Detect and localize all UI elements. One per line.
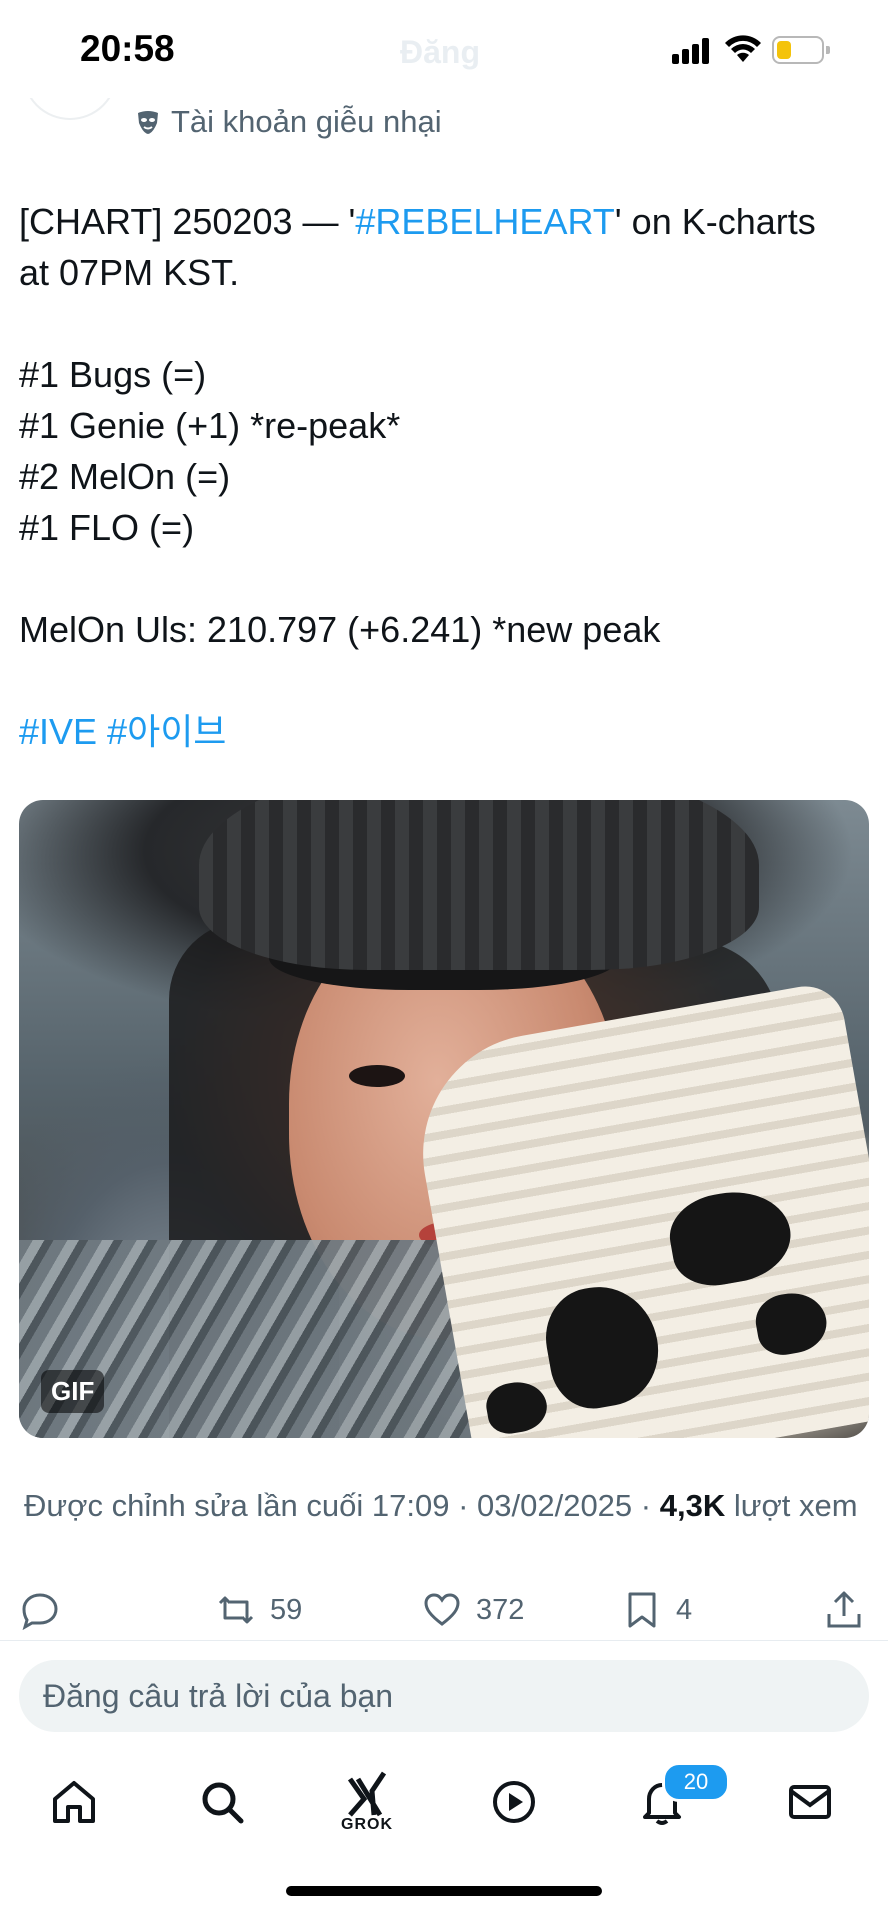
divider [0,1640,888,1641]
edited-label[interactable]: Được chỉnh sửa lần cuối [24,1488,363,1523]
bottom-tab-bar [0,1744,888,1854]
bookmark-count: 4 [676,1593,693,1626]
search-icon [202,1782,244,1824]
cellular-signal-icon [672,38,712,64]
bookmark-icon [628,1592,656,1628]
hashtags-link[interactable]: #IVE #아이브 [19,706,869,757]
tweet-media-gif[interactable]: GIF [19,800,869,1438]
status-time: 20:58 [80,28,175,69]
views-count: 4,3K [659,1488,726,1523]
hashtag-link[interactable]: #REBELHEART [355,201,614,242]
mail-icon [789,1785,831,1819]
retweet-button[interactable]: 59 [216,1590,302,1630]
tweet-text: [CHART] 250203 — '#REBELHEART' on K-char… [19,196,869,757]
share-icon [827,1591,861,1628]
grok-icon [347,1771,387,1817]
battery-icon [772,36,830,64]
mask-icon [138,111,158,134]
tweet-actions: 59 372 4 [0,1590,888,1646]
retweet-count: 59 [270,1593,303,1626]
reply-input[interactable]: Đăng câu trả lời của bạn [19,1660,869,1732]
reply-button[interactable] [20,1590,60,1630]
tweet-line: at 07PM KST. [19,252,240,293]
tweet-line: MelOn Uls: 210.797 (+6.241) *new peak [19,609,661,650]
parody-text: Tài khoản giễu nhại [171,104,442,139]
views-label: lượt xem [733,1488,858,1523]
grok-label: GROK [341,1816,393,1833]
tab-grok[interactable] [337,1764,397,1824]
reply-icon [22,1593,58,1630]
tweet-line: #1 Genie (+1) *re-peak* [19,405,401,446]
tab-search[interactable] [192,1772,252,1832]
home-icon [53,1781,95,1823]
tweet-line: #1 Bugs (=) [19,354,207,395]
notifications-badge: 20 [662,1762,730,1802]
status-bar: 20:58 Đăng [0,0,888,98]
tweet-line: #1 FLO (=) [19,507,195,548]
like-button[interactable]: 372 [422,1590,524,1630]
wifi-icon [725,35,761,62]
tweet-text-span: ' on K-charts [614,201,816,242]
tweet-line: [CHART] 250203 — '#REBELHEART' on K-char… [19,196,869,247]
gif-badge: GIF [41,1370,105,1413]
retweet-icon [218,1596,254,1624]
heart-icon [424,1593,460,1626]
play-icon [493,1781,535,1823]
timestamp: 17:09 · 03/02/2025 [371,1488,633,1523]
tweet-text-span: [CHART] 250203 — ' [19,201,356,242]
tab-video[interactable] [484,1772,544,1832]
like-count: 372 [476,1593,525,1626]
tweet-meta: Được chỉnh sửa lần cuối 17:09 · 03/02/20… [24,1488,858,1523]
reply-placeholder: Đăng câu trả lời của bạn [43,1678,394,1714]
bookmark-button[interactable]: 4 [622,1590,692,1630]
header-title-faded: Đăng [400,34,480,70]
share-button[interactable] [824,1590,864,1630]
home-indicator[interactable] [286,1886,602,1896]
tab-messages[interactable] [780,1772,840,1832]
parody-account-label: Tài khoản giễu nhại [135,104,442,140]
tab-home[interactable] [44,1772,104,1832]
tweet-line: #2 MelOn (=) [19,456,231,497]
